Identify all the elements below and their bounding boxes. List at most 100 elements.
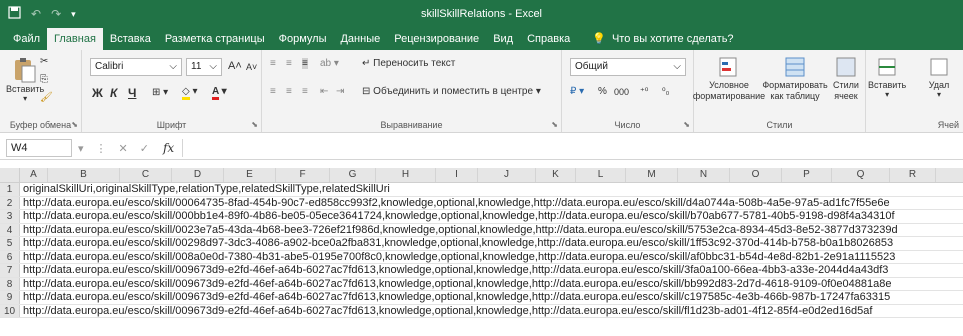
column-header-A[interactable]: A	[20, 168, 48, 182]
conditional-formatting-button[interactable]: Условное форматирование	[693, 56, 765, 102]
alignment-launcher-icon[interactable]: ⬊	[551, 120, 558, 129]
cell-A[interactable]: http://data.europa.eu/esco/skill/00298d9…	[20, 237, 963, 250]
cell-A[interactable]: http://data.europa.eu/esco/skill/0023e7a…	[20, 224, 963, 237]
row-header[interactable]: 6	[0, 250, 20, 263]
thousands-button[interactable]: 000	[614, 87, 629, 97]
column-header-C[interactable]: C	[120, 168, 172, 182]
cell-A[interactable]: originalSkillUri,originalSkillType,relat…	[20, 183, 963, 196]
row-header[interactable]: 9	[0, 291, 20, 304]
percent-button[interactable]: %	[598, 86, 607, 97]
column-header-L[interactable]: L	[576, 168, 626, 182]
font-color-icon[interactable]: A ▾	[212, 86, 227, 100]
decrease-indent-icon[interactable]: ⇤	[320, 86, 328, 97]
cell-styles-button[interactable]: Стили ячеек	[828, 56, 864, 102]
orientation-icon[interactable]: ab ▾	[320, 58, 339, 69]
column-header-B[interactable]: B	[48, 168, 120, 182]
copy-icon[interactable]: ⎘	[40, 74, 48, 85]
merge-center-button[interactable]: ⊟ Объединить и поместить в центре ▾	[362, 86, 541, 97]
name-box-dropdown-icon[interactable]: ▾	[78, 142, 84, 155]
row-header[interactable]: 3	[0, 210, 20, 223]
row-header[interactable]: 4	[0, 223, 20, 236]
tab-3[interactable]: Разметка страницы	[158, 28, 272, 50]
underline-button[interactable]: Ч	[128, 86, 136, 100]
format-painter-icon[interactable]: 🖌	[40, 92, 53, 103]
cancel-icon[interactable]: ✕	[119, 142, 128, 155]
align-bottom-icon[interactable]: ≡	[302, 58, 308, 69]
column-header-Q[interactable]: Q	[832, 168, 890, 182]
tab-6[interactable]: Рецензирование	[387, 28, 486, 50]
clipboard-launcher-icon[interactable]: ⬊	[71, 120, 78, 129]
tab-4[interactable]: Формулы	[272, 28, 334, 50]
borders-icon[interactable]: ⊞ ▾	[152, 87, 168, 98]
decrease-decimal-icon[interactable]: ⁰₀	[662, 86, 669, 97]
tab-5[interactable]: Данные	[333, 28, 387, 50]
cell-A[interactable]: http://data.europa.eu/esco/skill/008a0e0…	[20, 251, 963, 264]
cell-A[interactable]: http://data.europa.eu/esco/skill/000bb1e…	[20, 210, 963, 223]
cell-A[interactable]: http://data.europa.eu/esco/skill/009673d…	[20, 291, 963, 304]
align-center-icon[interactable]: ≡	[286, 86, 292, 97]
name-box[interactable]: W4	[6, 139, 72, 157]
tab-0[interactable]: Файл	[6, 28, 47, 50]
insert-function-icon[interactable]: fx	[163, 141, 174, 155]
tab-2[interactable]: Вставка	[103, 28, 158, 50]
number-format-select[interactable]: Общий ⌵	[570, 58, 686, 76]
column-header-D[interactable]: D	[172, 168, 224, 182]
select-all-corner[interactable]	[0, 168, 20, 182]
column-header-N[interactable]: N	[678, 168, 730, 182]
column-header-I[interactable]: I	[436, 168, 478, 182]
insert-cells-button[interactable]: Вставить ▾	[868, 56, 906, 99]
align-middle-icon[interactable]: ≡	[286, 58, 292, 69]
cell-styles-icon	[836, 57, 856, 77]
row-header[interactable]: 2	[0, 196, 20, 209]
row-header[interactable]: 1	[0, 183, 20, 196]
number-launcher-icon[interactable]: ⬊	[683, 120, 690, 129]
column-header-R[interactable]: R	[890, 168, 936, 182]
fill-color-icon[interactable]: ◇ ▾	[182, 86, 198, 100]
wrap-text-button[interactable]: ↵ Переносить текст	[362, 58, 455, 69]
font-launcher-icon[interactable]: ⬊	[251, 120, 258, 129]
bold-button[interactable]: Ж	[92, 86, 103, 100]
column-header-F[interactable]: F	[276, 168, 330, 182]
increase-font-icon[interactable]: A˄	[228, 60, 242, 72]
enter-icon[interactable]: ✓	[140, 142, 149, 155]
column-header-O[interactable]: O	[730, 168, 782, 182]
align-left-icon[interactable]: ≡	[270, 86, 276, 97]
currency-icon[interactable]: ₽ ▾	[570, 86, 584, 97]
formula-input[interactable]	[182, 139, 963, 157]
cell-A[interactable]: http://data.europa.eu/esco/skill/009673d…	[20, 305, 963, 318]
decrease-font-icon[interactable]: A˅	[246, 62, 257, 72]
column-header-J[interactable]: J	[478, 168, 536, 182]
column-header-K[interactable]: K	[536, 168, 576, 182]
column-header-G[interactable]: G	[330, 168, 376, 182]
table-row: 1 originalSkillUri,originalSkillType,rela…	[0, 183, 963, 197]
tell-me-label: Что вы хотите сделать?	[611, 33, 734, 45]
column-header-H[interactable]: H	[376, 168, 436, 182]
delete-cells-button[interactable]: Удал ▾	[928, 56, 950, 99]
font-size-select[interactable]: 11 ⌵	[186, 58, 222, 76]
align-top-icon[interactable]: ≡	[270, 58, 276, 69]
row-header[interactable]: 7	[0, 264, 20, 277]
row-header[interactable]: 10	[0, 304, 20, 317]
cell-A[interactable]: http://data.europa.eu/esco/skill/009673d…	[20, 264, 963, 277]
increase-decimal-icon[interactable]: ⁺⁰	[640, 86, 648, 97]
tell-me-search[interactable]: 💡 Что вы хотите сделать?	[585, 28, 740, 50]
font-name-select[interactable]: Calibri ⌵	[90, 58, 182, 76]
paste-dropdown-icon[interactable]: ▾	[23, 94, 27, 103]
cell-A[interactable]: http://data.europa.eu/esco/skill/0006473…	[20, 197, 963, 210]
column-header-E[interactable]: E	[224, 168, 276, 182]
cell-A[interactable]: http://data.europa.eu/esco/skill/009673d…	[20, 278, 963, 291]
italic-button[interactable]: К	[110, 86, 117, 100]
paste-button[interactable]: Вставить ▾	[6, 56, 44, 103]
align-right-icon[interactable]: ≡	[302, 86, 308, 97]
increase-indent-icon[interactable]: ⇥	[336, 86, 344, 97]
cut-icon[interactable]: ✂	[40, 56, 48, 67]
column-header-M[interactable]: M	[626, 168, 678, 182]
format-as-table-button[interactable]: Форматировать как таблицу	[762, 56, 828, 102]
column-header-P[interactable]: P	[782, 168, 832, 182]
tab-8[interactable]: Справка	[520, 28, 577, 50]
merge-icon: ⊟	[362, 86, 371, 97]
row-header[interactable]: 8	[0, 277, 20, 290]
row-header[interactable]: 5	[0, 237, 20, 250]
tab-1[interactable]: Главная	[47, 28, 103, 50]
tab-7[interactable]: Вид	[486, 28, 520, 50]
